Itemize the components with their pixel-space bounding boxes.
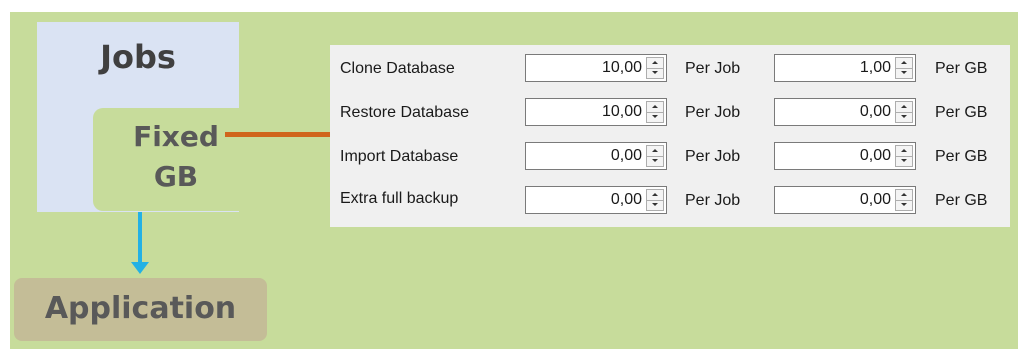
- arrow-down-icon: [138, 212, 142, 264]
- row-label-import-database: Import Database: [340, 148, 459, 165]
- arrow-head-icon: [131, 262, 149, 274]
- spin-up-icon[interactable]: [647, 102, 663, 112]
- per-gb-unit: Per GB: [935, 192, 988, 209]
- backup-per-gb-value: 0,00: [859, 191, 891, 208]
- import-per-gb-value: 0,00: [859, 147, 891, 164]
- import-per-gb-input[interactable]: 0,00: [774, 142, 916, 170]
- clone-per-job-input[interactable]: 10,00: [525, 54, 667, 82]
- restore-per-job-input[interactable]: 10,00: [525, 98, 667, 126]
- restore-per-job-value: 10,00: [601, 103, 642, 120]
- jobs-title: Jobs: [100, 38, 176, 76]
- import-per-job-input[interactable]: 0,00: [525, 142, 667, 170]
- spin-up-icon[interactable]: [647, 58, 663, 68]
- backup-per-gb-input[interactable]: 0,00: [774, 186, 916, 214]
- spin-down-icon[interactable]: [896, 112, 912, 123]
- spin-buttons: [895, 57, 913, 79]
- jobs-box: Jobs Fixed GB: [37, 22, 259, 212]
- pricing-panel: Clone Database 10,00 Per Job 1,00 Per GB…: [330, 45, 1010, 227]
- spin-down-icon[interactable]: [647, 112, 663, 123]
- spin-down-icon[interactable]: [896, 200, 912, 211]
- application-box: Application: [14, 278, 267, 341]
- per-gb-unit: Per GB: [935, 148, 988, 165]
- spin-up-icon[interactable]: [647, 146, 663, 156]
- per-job-unit: Per Job: [685, 60, 741, 77]
- per-job-unit: Per Job: [685, 104, 741, 121]
- spin-up-icon[interactable]: [896, 102, 912, 112]
- spin-down-icon[interactable]: [896, 68, 912, 79]
- backup-per-job-value: 0,00: [610, 191, 642, 208]
- spin-down-icon[interactable]: [896, 156, 912, 167]
- spin-up-icon[interactable]: [647, 190, 663, 200]
- spin-up-icon[interactable]: [896, 190, 912, 200]
- row-label-clone-database: Clone Database: [340, 60, 455, 77]
- spin-buttons: [646, 57, 664, 79]
- spin-buttons: [646, 145, 664, 167]
- spin-buttons: [895, 145, 913, 167]
- application-label: Application: [44, 291, 237, 326]
- spin-buttons: [646, 189, 664, 211]
- spin-up-icon[interactable]: [896, 58, 912, 68]
- clone-per-gb-input[interactable]: 1,00: [774, 54, 916, 82]
- per-gb-unit: Per GB: [935, 60, 988, 77]
- spin-up-icon[interactable]: [896, 146, 912, 156]
- restore-per-gb-input[interactable]: 0,00: [774, 98, 916, 126]
- spin-buttons: [895, 189, 913, 211]
- spin-buttons: [646, 101, 664, 123]
- spin-down-icon[interactable]: [647, 156, 663, 167]
- import-per-job-value: 0,00: [610, 147, 642, 164]
- spin-down-icon[interactable]: [647, 68, 663, 79]
- clone-per-gb-value: 1,00: [859, 59, 891, 76]
- spin-down-icon[interactable]: [647, 200, 663, 211]
- clone-per-job-value: 10,00: [601, 59, 642, 76]
- row-label-restore-database: Restore Database: [340, 104, 469, 121]
- row-label-extra-full-backup: Extra full backup: [340, 190, 459, 207]
- gb-label: GB: [153, 160, 199, 193]
- per-job-unit: Per Job: [685, 148, 741, 165]
- backup-per-job-input[interactable]: 0,00: [525, 186, 667, 214]
- per-gb-unit: Per GB: [935, 104, 988, 121]
- restore-per-gb-value: 0,00: [859, 103, 891, 120]
- fixed-gb-box: Fixed GB: [93, 108, 259, 211]
- per-job-unit: Per Job: [685, 192, 741, 209]
- spin-buttons: [895, 101, 913, 123]
- connector-line: [225, 132, 331, 137]
